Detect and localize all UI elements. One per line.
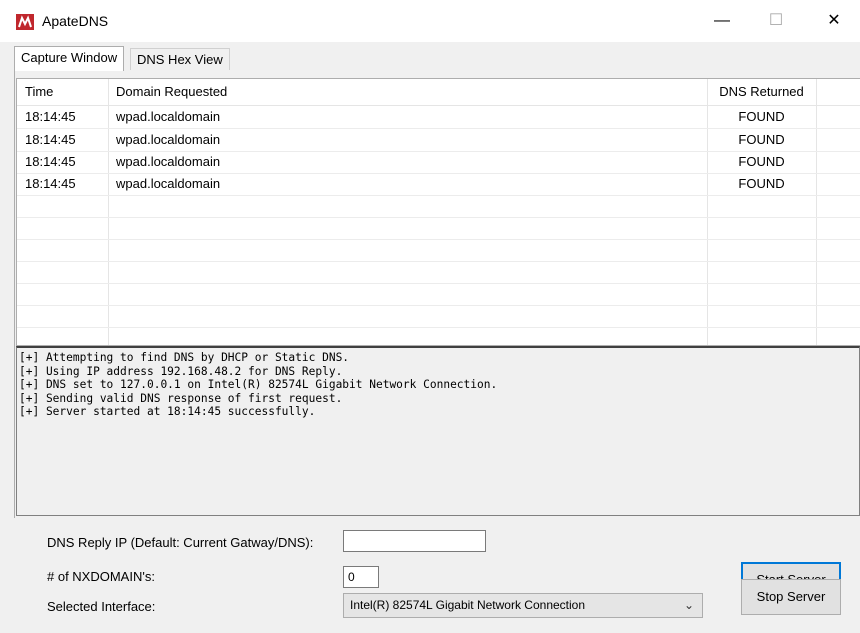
log-line: [+] DNS set to 127.0.0.1 on Intel(R) 825… bbox=[19, 378, 498, 392]
cell-time: 18:14:45 bbox=[25, 109, 76, 124]
cell-time: 18:14:45 bbox=[25, 176, 76, 191]
status-log[interactable]: [+] Attempting to find DNS by DHCP or St… bbox=[16, 346, 860, 516]
cell-domain: wpad.localdomain bbox=[116, 132, 221, 147]
close-button[interactable]: ✕ bbox=[812, 8, 856, 34]
empty-row bbox=[17, 195, 860, 218]
nxdomain-label: # of NXDOMAIN's: bbox=[47, 569, 155, 584]
nxdomain-input[interactable]: 0 bbox=[343, 566, 379, 588]
interface-label: Selected Interface: bbox=[47, 599, 156, 614]
log-line: [+] Attempting to find DNS by DHCP or St… bbox=[19, 351, 350, 364]
table-row[interactable]: 18:14:45 wpad.localdomain FOUND bbox=[17, 173, 860, 196]
interface-select[interactable]: Intel(R) 82574L Gigabit Network Connecti… bbox=[343, 593, 703, 618]
cell-dns-returned: FOUND bbox=[738, 176, 785, 191]
window-title: ApateDNS bbox=[42, 13, 109, 29]
log-line: [+] Sending valid DNS response of first … bbox=[19, 391, 343, 405]
empty-row bbox=[17, 261, 860, 284]
tab-dns-hex-view[interactable]: DNS Hex View bbox=[130, 48, 230, 71]
reply-ip-input[interactable] bbox=[343, 530, 486, 552]
log-line: [+] Using IP address 192.168.48.2 for DN… bbox=[19, 364, 343, 378]
cell-time: 18:14:45 bbox=[25, 132, 76, 147]
cell-dns-returned: FOUND bbox=[738, 154, 785, 169]
empty-row bbox=[17, 283, 860, 306]
capture-table[interactable]: Time Domain Requested DNS Returned 18:14… bbox=[16, 78, 860, 346]
cell-dns-returned: FOUND bbox=[738, 132, 785, 147]
log-line: [+] Server started at 18:14:45 successfu… bbox=[19, 405, 316, 419]
minimize-button[interactable]: — bbox=[700, 8, 744, 34]
cell-domain: wpad.localdomain bbox=[116, 154, 221, 169]
empty-row bbox=[17, 239, 860, 262]
empty-row bbox=[17, 305, 860, 328]
chevron-down-icon: ⌄ bbox=[683, 598, 694, 612]
cell-domain: wpad.localdomain bbox=[116, 109, 221, 124]
empty-row bbox=[17, 217, 860, 240]
table-row[interactable]: 18:14:45 wpad.localdomain FOUND bbox=[17, 129, 860, 152]
empty-row bbox=[17, 327, 860, 345]
title-bar: ApateDNS — ☐ ✕ bbox=[0, 0, 860, 42]
table-header: Time Domain Requested DNS Returned bbox=[17, 79, 860, 106]
maximize-button[interactable]: ☐ bbox=[754, 8, 798, 34]
apatedns-logo-icon bbox=[16, 14, 34, 30]
column-header-dns-returned[interactable]: DNS Returned bbox=[707, 79, 816, 105]
column-header-time[interactable]: Time bbox=[17, 79, 108, 105]
reply-ip-label: DNS Reply IP (Default: Current Gatway/DN… bbox=[47, 535, 314, 550]
table-row[interactable]: 18:14:45 wpad.localdomain FOUND bbox=[17, 106, 860, 129]
column-header-domain[interactable]: Domain Requested bbox=[108, 79, 707, 105]
tab-capture-window[interactable]: Capture Window bbox=[14, 46, 125, 71]
cell-dns-returned: FOUND bbox=[738, 109, 785, 124]
cell-domain: wpad.localdomain bbox=[116, 176, 221, 191]
table-row[interactable]: 18:14:45 wpad.localdomain FOUND bbox=[17, 151, 860, 174]
cell-time: 18:14:45 bbox=[25, 154, 76, 169]
interface-selected-value: Intel(R) 82574L Gigabit Network Connecti… bbox=[350, 598, 586, 612]
stop-server-button[interactable]: Stop Server bbox=[741, 579, 841, 615]
